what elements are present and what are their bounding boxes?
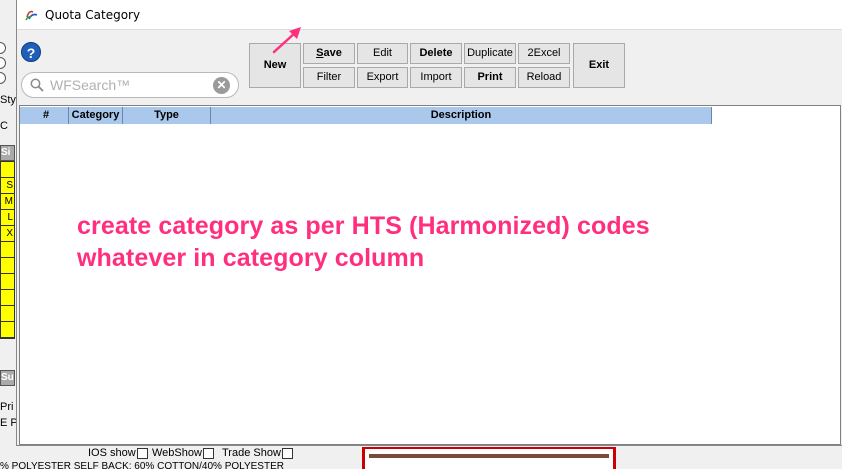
edit-button[interactable]: Edit [357,43,408,64]
window-title: Quota Category [45,8,141,22]
quota-category-app-icon [25,10,38,21]
background-ep-label: E P [0,417,16,429]
background-size-cell: S [1,178,14,194]
search-input[interactable] [50,76,205,94]
background-size-cell [1,162,14,178]
background-size-cell: X [1,226,14,242]
help-icon[interactable]: ? [21,42,41,62]
background-size-cell [1,306,14,322]
background-style-label: Style [0,94,16,106]
delete-button[interactable]: Delete [410,43,462,64]
save-accelerator: S [316,47,324,59]
background-size-cell [1,322,14,338]
title-bar[interactable]: Quota Category [17,0,842,30]
background-radio-3[interactable] [0,72,6,84]
grid-header: # Category Type Description [20,107,712,124]
annotation-arrow [272,27,301,54]
column-header-type[interactable]: Type [123,107,211,124]
trade-show-checkbox[interactable]: Trade Show [222,447,293,461]
background-image-frame [362,447,616,469]
annotation-line-1: create category as per HTS (Harmonized) … [77,212,650,240]
web-show-checkbox[interactable]: WebShow [152,447,214,461]
column-header-number[interactable]: # [24,107,69,124]
background-size-cell [1,274,14,290]
category-grid[interactable]: # Category Type Description [19,105,841,445]
trade-show-label: Trade Show [222,447,281,459]
checkbox-box[interactable] [281,447,293,459]
export-button[interactable]: Export [357,67,408,88]
exit-button[interactable]: Exit [573,43,625,88]
background-sum-cell: Sum [0,370,15,386]
background-radio-1[interactable] [0,42,6,54]
background-size-column: S M L X [0,161,15,339]
column-header-description[interactable]: Description [211,107,712,124]
annotation-line-2: whatever in category column [77,244,425,272]
background-image-content [369,454,609,458]
background-size-cell: M [1,194,14,210]
background-size-cell [1,242,14,258]
duplicate-button[interactable]: Duplicate [464,43,516,64]
print-button[interactable]: Print [464,67,516,88]
filter-button[interactable]: Filter [303,67,355,88]
checkbox-box[interactable] [202,447,214,459]
background-window-strip: Style C Si S M L X Sum Pri E P [0,0,16,469]
background-size-cell [1,290,14,306]
column-header-category[interactable]: Category [69,107,123,124]
ios-show-checkbox[interactable]: IOS show [88,447,148,461]
save-button[interactable]: Save [303,43,355,64]
background-radio-2[interactable] [0,57,6,69]
checkbox-box[interactable] [136,447,148,459]
background-size-header: Si [0,145,15,161]
web-show-label: WebShow [152,447,202,459]
background-size-cell: L [1,210,14,226]
to-excel-button[interactable]: 2Excel [518,43,570,64]
ios-show-label: IOS show [88,447,136,459]
search-icon [30,78,44,92]
fabric-description-text: % POLYESTER SELF BACK: 60% COTTON/40% PO… [0,461,284,469]
background-size-cell [1,258,14,274]
import-button[interactable]: Import [410,67,462,88]
clear-icon[interactable]: ✕ [213,77,230,94]
background-ci-label: C [0,120,8,132]
screen: Style C Si S M L X Sum Pri E P IOS show … [0,0,842,469]
reload-button[interactable]: Reload [518,67,570,88]
background-price-label: Pri [0,401,14,413]
search-box[interactable]: ✕ [21,72,239,98]
